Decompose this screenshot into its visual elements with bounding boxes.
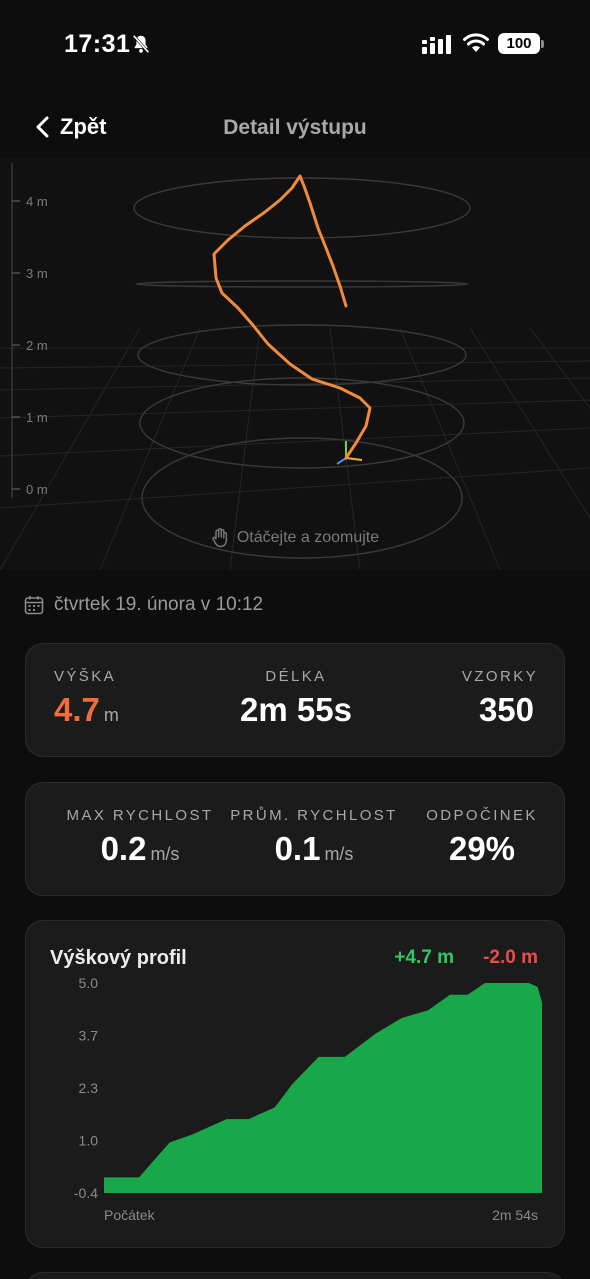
climb-3d-scene: 4 m 3 m 2 m 1 m 0 m xyxy=(0,163,590,570)
stat-value: 29% xyxy=(448,830,516,867)
rotate-zoom-hint: Otáčejte a zoomujte xyxy=(0,528,590,548)
height-axis-label: 3 m xyxy=(26,266,48,281)
stat-unit: m xyxy=(103,705,119,725)
stat-label: VZORKY xyxy=(461,668,538,685)
stat-rest: ODPOČINEK 29% xyxy=(418,807,546,868)
climb-path xyxy=(212,174,372,460)
y-tick-label: 5.0 xyxy=(79,975,99,991)
next-card xyxy=(25,1272,565,1279)
calendar-icon xyxy=(24,596,44,615)
wifi-icon xyxy=(463,33,489,52)
stat-value: 350 xyxy=(478,691,534,728)
battery-indicator: 100 xyxy=(498,33,540,54)
stat-unit: m/s xyxy=(324,844,354,864)
primary-stats-card: VÝŠKA 4.7 m DÉLKA 2m 55s VZORKY 350 xyxy=(25,643,565,757)
y-tick-label: 2.3 xyxy=(79,1080,99,1096)
elevation-profile-card: Výškový profil +4.7 m -2.0 m 5.0 3.7 2.3 1.… xyxy=(25,920,565,1248)
date-text: čtvrtek 19. února v 10:12 xyxy=(54,594,264,615)
height-axis-label: 2 m xyxy=(26,338,48,353)
stat-label: PRŮM. RYCHLOST xyxy=(230,807,398,824)
battery-tip xyxy=(541,40,544,48)
page-title: Detail výstupu xyxy=(223,116,367,139)
stat-value: 2m 55s xyxy=(240,691,352,728)
stat-unit: m/s xyxy=(150,844,180,864)
elevation-chart: 5.0 3.7 2.3 1.0 -0.4 xyxy=(74,975,543,1201)
stat-value: 0.1 xyxy=(274,830,321,867)
height-axis-label: 0 m xyxy=(26,482,48,497)
hint-text: Otáčejte a zoomujte xyxy=(236,529,380,546)
height-axis-label: 4 m xyxy=(26,194,48,209)
height-axis: 4 m 3 m 2 m 1 m 0 m xyxy=(11,163,48,498)
status-bar: 17:31 100 xyxy=(0,0,590,90)
hand-icon xyxy=(212,528,227,548)
cellular-signal-icon xyxy=(422,35,451,54)
x-axis-end-label: 2m 54s xyxy=(492,1207,538,1223)
height-axis-label: 1 m xyxy=(26,410,48,425)
stat-label: VÝŠKA xyxy=(54,668,117,685)
climb-3d-viewer[interactable]: 4 m 3 m 2 m 1 m 0 m Otáčejte a zoomujte xyxy=(0,158,590,570)
stat-label: ODPOČINEK xyxy=(426,807,538,824)
height-rings xyxy=(133,177,471,559)
stat-samples: VZORKY 350 xyxy=(462,668,538,729)
elevation-area xyxy=(104,983,542,1193)
stat-label: MAX RYCHLOST xyxy=(66,807,214,824)
stat-avg-speed: PRŮM. RYCHLOST 0.1 m/s xyxy=(224,807,404,868)
session-date: čtvrtek 19. února v 10:12 xyxy=(24,594,263,616)
stat-value: 0.2 xyxy=(100,830,147,867)
y-tick-label: -0.4 xyxy=(74,1185,98,1201)
navigation-bar: Zpět Detail výstupu xyxy=(0,100,590,156)
stat-max-speed: MAX RYCHLOST 0.2 m/s xyxy=(50,807,230,868)
status-time: 17:31 xyxy=(64,30,131,58)
y-tick-label: 1.0 xyxy=(79,1133,99,1149)
stat-label: DÉLKA xyxy=(265,668,327,685)
bell-muted-icon xyxy=(132,34,150,54)
stat-duration: DÉLKA 2m 55s xyxy=(231,668,361,729)
x-axis-start-label: Počátek xyxy=(104,1207,155,1223)
stat-value: 4.7 xyxy=(54,691,100,728)
speed-stats-card: MAX RYCHLOST 0.2 m/s PRŮM. RYCHLOST 0.1 m/… xyxy=(25,782,565,896)
stat-height: VÝŠKA 4.7 m xyxy=(54,668,119,729)
y-tick-label: 3.7 xyxy=(79,1028,99,1044)
